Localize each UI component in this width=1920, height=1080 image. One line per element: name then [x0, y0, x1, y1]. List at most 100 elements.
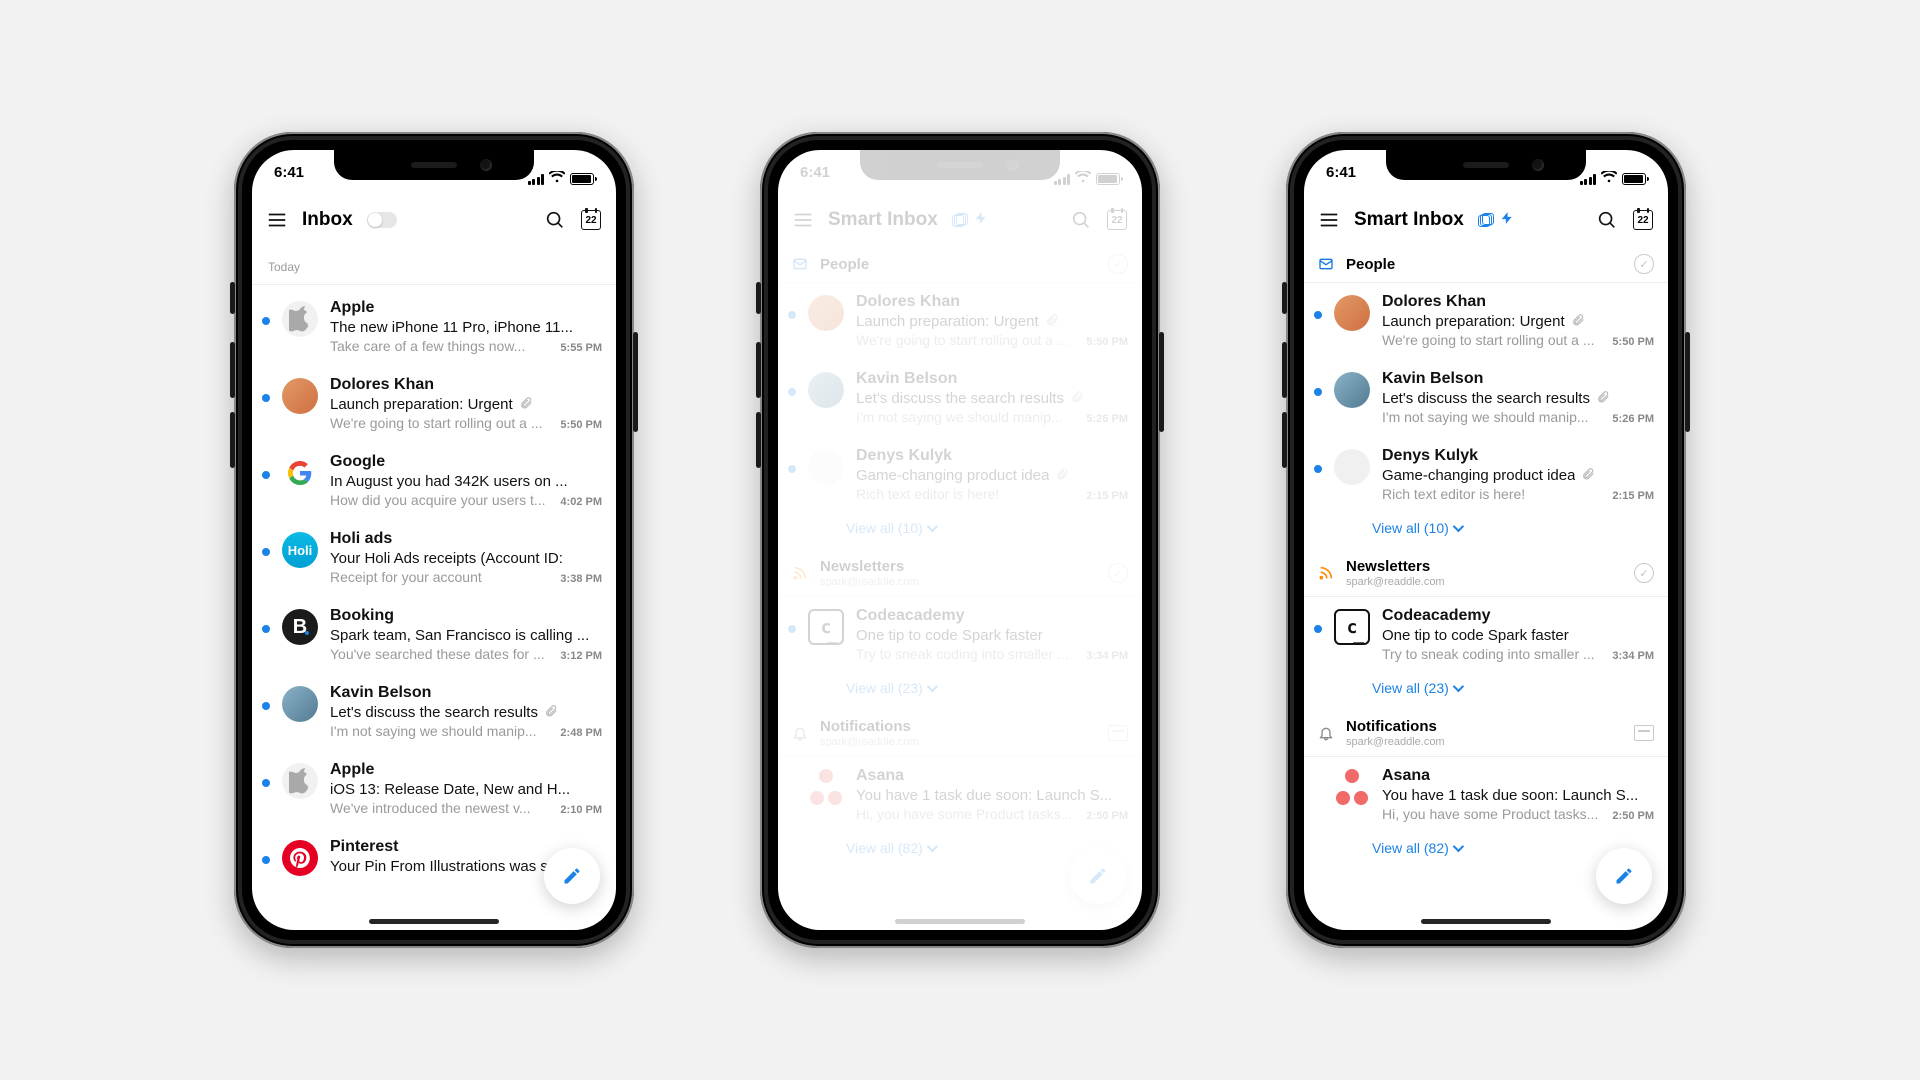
compose-button[interactable] — [1596, 848, 1652, 904]
email-row[interactable]: BBookingSpark team, San Francisco is cal… — [252, 597, 616, 674]
menu-button[interactable] — [792, 209, 814, 231]
view-all-people[interactable]: View all (10) — [1304, 514, 1668, 550]
email-subject: Let's discuss the search results — [1382, 390, 1654, 407]
menu-button[interactable] — [266, 209, 288, 231]
avatar — [808, 372, 844, 408]
email-preview: Rich text editor is here! — [1382, 486, 1604, 502]
unread-dot — [1314, 465, 1322, 473]
sender-name: Codeacademy — [1382, 607, 1654, 625]
archive-icon[interactable] — [1108, 725, 1128, 741]
battery-icon — [1622, 173, 1646, 185]
calendar-button[interactable]: 22 — [1106, 209, 1128, 231]
phone-inbox: 6:41 Inbox — [234, 132, 634, 948]
view-all-newsletters[interactable]: View all (23) — [1304, 674, 1668, 710]
smart-toggle[interactable] — [367, 212, 397, 228]
email-list[interactable]: Today AppleThe new iPhone 11 Pro, iPhone… — [252, 246, 616, 930]
email-row[interactable]: GoogleIn August you had 342K users on ..… — [252, 443, 616, 520]
home-indicator[interactable] — [895, 919, 1025, 924]
mark-done-button[interactable]: ✓ — [1634, 563, 1654, 583]
email-row[interactable]: AppleThe new iPhone 11 Pro, iPhone 11...… — [252, 289, 616, 366]
section-notifications[interactable]: Notificationsspark@readdle.com — [1304, 710, 1668, 757]
email-time: 2:10 PM — [560, 804, 602, 816]
archive-icon[interactable] — [1634, 725, 1654, 741]
email-row[interactable]: AppleiOS 13: Release Date, New and H...W… — [252, 751, 616, 828]
section-people[interactable]: People ✓ — [1304, 246, 1668, 283]
home-indicator[interactable] — [369, 919, 499, 924]
calendar-button[interactable]: 22 — [1632, 209, 1654, 231]
search-button[interactable] — [1070, 209, 1092, 231]
compose-button[interactable] — [1070, 848, 1126, 904]
view-all-newsletters[interactable]: View all (23) — [778, 674, 1142, 710]
email-time: 2:50 PM — [1612, 810, 1654, 822]
email-row[interactable]: Dolores KhanLaunch preparation: UrgentWe… — [1304, 283, 1668, 360]
section-newsletters[interactable]: Newslettersspark@readdle.com ✓ — [778, 550, 1142, 597]
search-button[interactable] — [544, 209, 566, 231]
nav-title: Smart Inbox — [1354, 209, 1464, 231]
email-row[interactable]: Kavin BelsonLet's discuss the search res… — [252, 674, 616, 751]
status-time: 6:41 — [274, 164, 304, 194]
email-row[interactable]: Dolores KhanLaunch preparation: UrgentWe… — [778, 283, 1142, 360]
unread-dot — [788, 465, 796, 473]
menu-button[interactable] — [1318, 209, 1340, 231]
email-row[interactable]: cCodeacademyOne tip to code Spark faster… — [1304, 597, 1668, 674]
stack-icon — [1478, 213, 1494, 227]
view-all-people[interactable]: View all (10) — [778, 514, 1142, 550]
avatar — [1334, 449, 1370, 485]
calendar-button[interactable]: 22 — [580, 209, 602, 231]
search-button[interactable] — [1596, 209, 1618, 231]
nav-bar: Inbox 22 — [252, 194, 616, 246]
unread-dot — [262, 548, 270, 556]
phone-smart: 6:41 Smart Inbox 22 — [1286, 132, 1686, 948]
email-subject: The new iPhone 11 Pro, iPhone 11... — [330, 319, 602, 336]
bolt-icon — [1500, 211, 1514, 230]
nav-title: Inbox — [302, 209, 353, 231]
section-notifications[interactable]: Notificationsspark@readdle.com — [778, 710, 1142, 757]
bolt-icon — [974, 211, 988, 230]
section-people[interactable]: People ✓ — [778, 246, 1142, 283]
attachment-icon — [1596, 390, 1610, 407]
nav-title: Smart Inbox — [828, 209, 938, 231]
email-row[interactable]: cCodeacademyOne tip to code Spark faster… — [778, 597, 1142, 674]
home-indicator[interactable] — [1421, 919, 1551, 924]
battery-icon — [1096, 173, 1120, 185]
mark-done-button[interactable]: ✓ — [1108, 563, 1128, 583]
email-row[interactable]: AsanaYou have 1 task due soon: Launch S.… — [1304, 757, 1668, 834]
mail-icon — [792, 256, 808, 272]
email-time: 3:38 PM — [560, 573, 602, 585]
email-row[interactable]: HoliHoli adsYour Holi Ads receipts (Acco… — [252, 520, 616, 597]
booking-logo-icon: B — [282, 609, 318, 645]
email-subject: Let's discuss the search results — [330, 704, 602, 721]
email-time: 4:02 PM — [560, 496, 602, 508]
email-time: 5:26 PM — [1612, 413, 1654, 425]
email-row[interactable]: Kavin BelsonLet's discuss the search res… — [778, 360, 1142, 437]
email-preview: Try to sneak coding into smaller ... — [1382, 646, 1604, 662]
section-newsletters[interactable]: Newslettersspark@readdle.com ✓ — [1304, 550, 1668, 597]
unread-dot — [1314, 785, 1322, 793]
battery-icon — [570, 173, 594, 185]
smart-list[interactable]: People ✓ Dolores KhanLaunch preparation:… — [1304, 246, 1668, 930]
mark-done-button[interactable]: ✓ — [1108, 254, 1128, 274]
email-preview: I'm not saying we should manip... — [1382, 409, 1604, 425]
mark-done-button[interactable]: ✓ — [1634, 254, 1654, 274]
nav-bar: Smart Inbox 22 — [778, 194, 1142, 246]
email-time: 2:15 PM — [1612, 490, 1654, 502]
email-row[interactable]: Asana You have 1 task due soon: Launch S.… — [778, 757, 1142, 834]
status-time: 6:41 — [1326, 164, 1356, 194]
email-time: 2:48 PM — [560, 727, 602, 739]
chevron-down-icon — [1453, 521, 1464, 532]
email-row[interactable]: Denys KulykGame-changing product ideaRic… — [1304, 437, 1668, 514]
smart-list[interactable]: People ✓ Dolores KhanLaunch preparation:… — [778, 246, 1142, 930]
holi-logo-icon: Holi — [282, 532, 318, 568]
sender-name: Denys Kulyk — [856, 447, 1128, 465]
email-row[interactable]: Dolores KhanLaunch preparation: UrgentWe… — [252, 366, 616, 443]
sender-name: Dolores Khan — [1382, 293, 1654, 311]
compose-button[interactable] — [544, 848, 600, 904]
email-row[interactable]: Kavin BelsonLet's discuss the search res… — [1304, 360, 1668, 437]
sender-name: Asana — [856, 767, 1128, 785]
day-header: Today — [252, 246, 616, 285]
unread-dot — [788, 388, 796, 396]
unread-dot — [262, 471, 270, 479]
email-row[interactable]: Denys KulykGame-changing product ideaRic… — [778, 437, 1142, 514]
email-preview: I'm not saying we should manip... — [856, 409, 1078, 425]
email-subject: You have 1 task due soon: Launch S... — [856, 787, 1128, 804]
